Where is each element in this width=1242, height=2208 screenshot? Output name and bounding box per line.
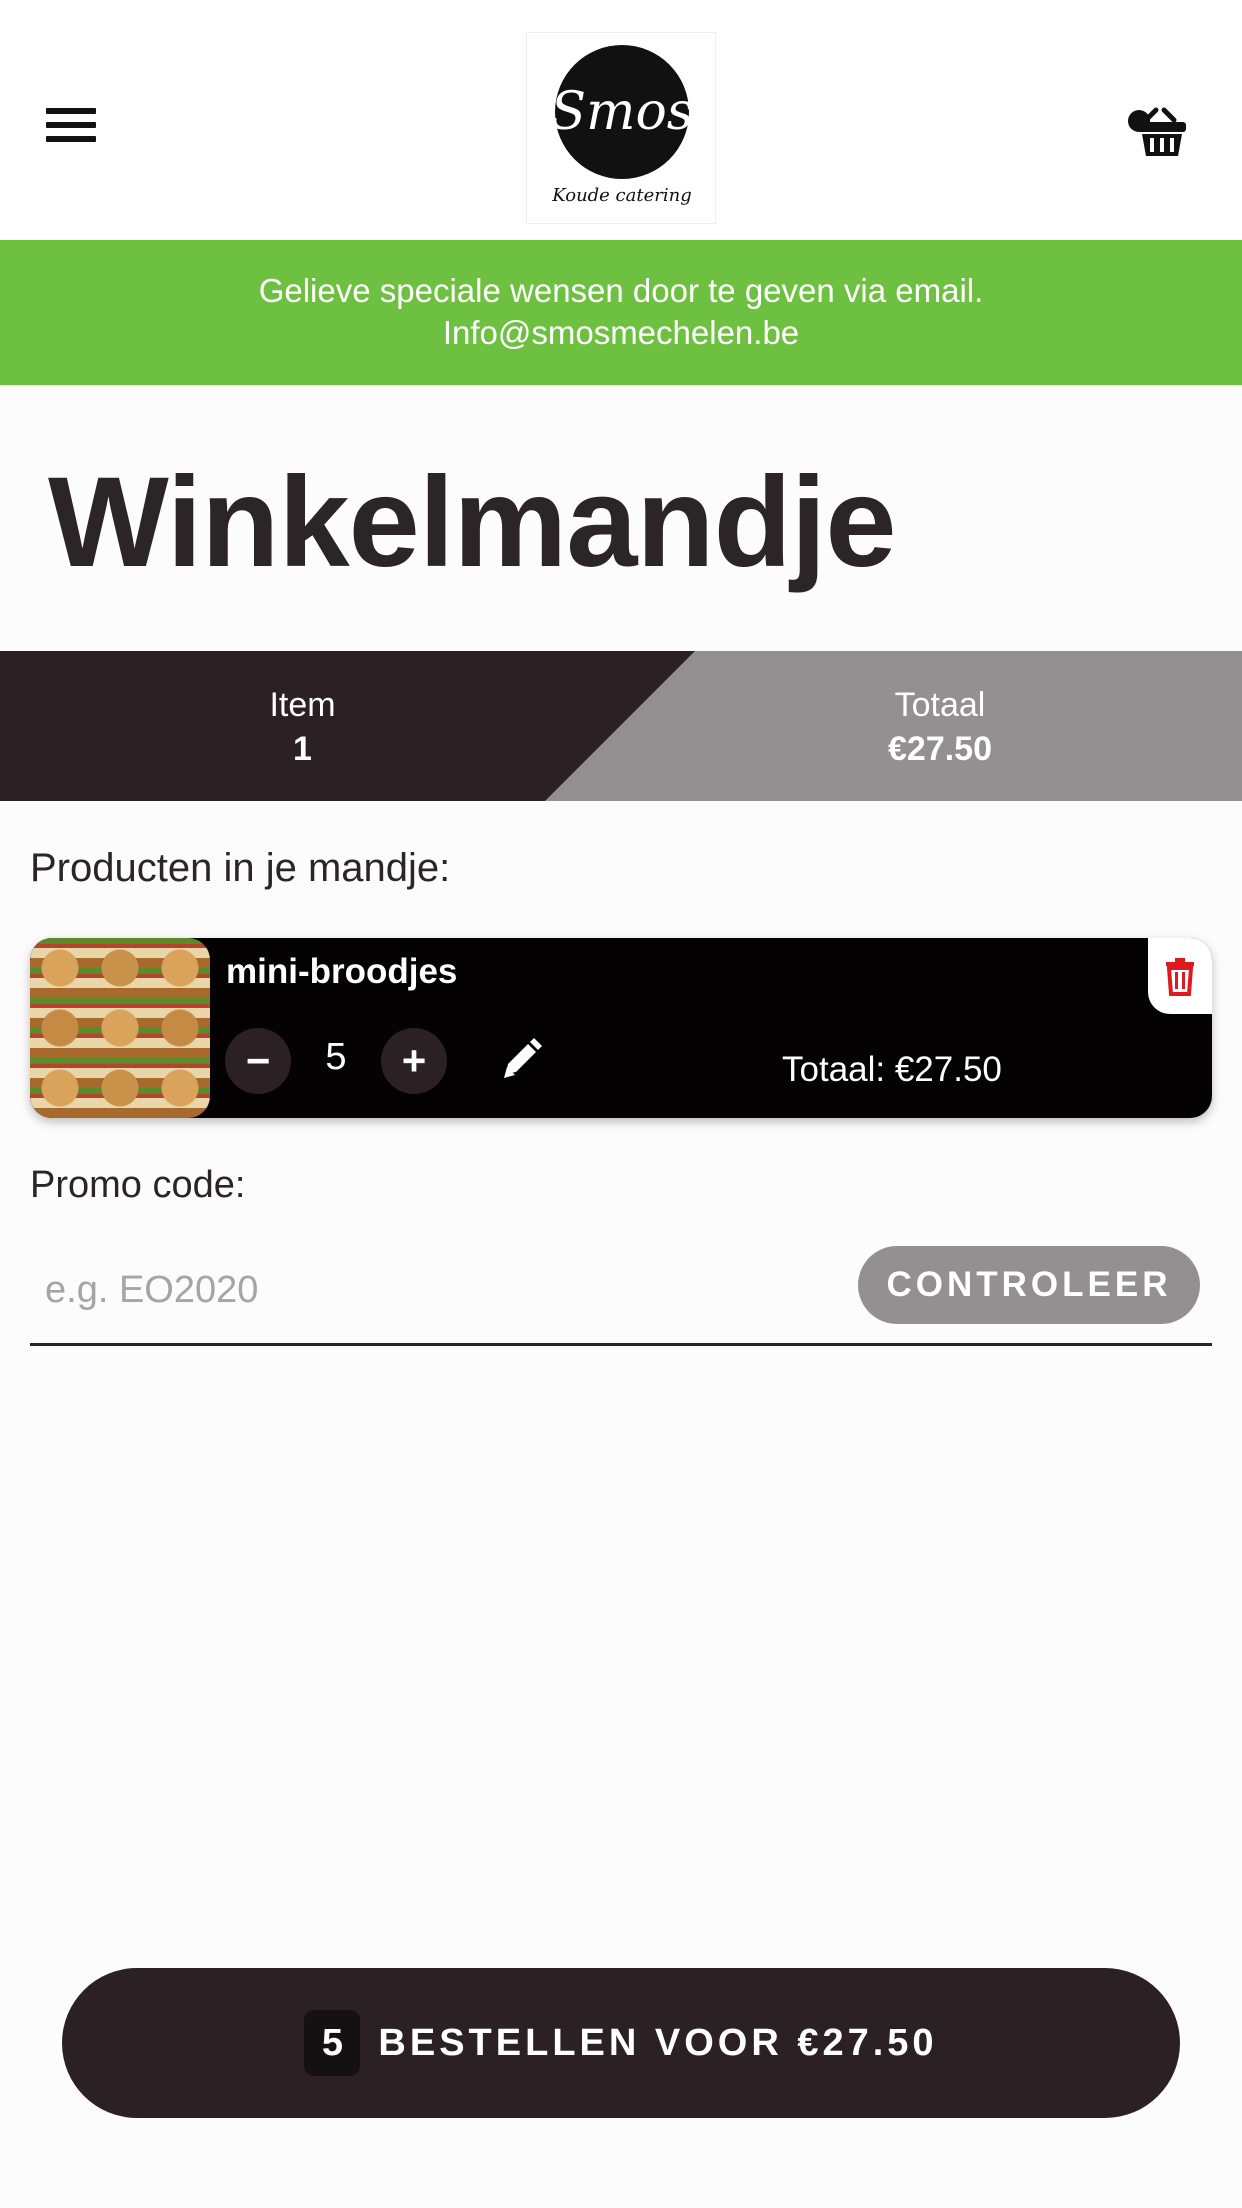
products-heading: Producten in je mandje: [30,846,451,890]
page-title: Winkelmandje [48,451,896,594]
cart-item-card: mini-broodjes − 5 + Totaal: €27.50 [30,938,1212,1118]
summary-item-value: 1 [293,730,312,768]
quantity-value: 5 [325,1036,347,1078]
summary-item-count: Item 1 [200,683,405,771]
trash-icon[interactable] [1148,938,1212,1014]
hamburger-menu-icon[interactable] [46,108,96,148]
cart-indicator-dot [1128,110,1150,132]
summary-total: Totaal €27.50 [830,683,1050,771]
logo-mark: Smos [551,45,693,179]
order-count-badge: 5 [304,2010,361,2076]
promo-code-label: Promo code: [30,1164,246,1206]
check-promo-button[interactable]: CONTROLEER [858,1246,1200,1324]
banner-line-1: Gelieve speciale wensen door te geven vi… [258,272,984,309]
increase-quantity-button[interactable]: + [381,1028,447,1094]
order-button-label: BESTELLEN VOOR €27.50 [378,2021,938,2064]
product-image [30,938,210,1118]
cart-summary: Item 1 Totaal €27.50 [0,651,1242,801]
logo[interactable]: Smos Koude catering [526,32,716,224]
item-total: Totaal: €27.50 [782,1050,1002,1089]
promo-code-field: CONTROLEER [30,1240,1212,1346]
shopping-basket-icon[interactable] [1124,106,1196,162]
summary-total-label: Totaal [894,686,986,724]
promo-code-input[interactable] [30,1240,830,1340]
place-order-button[interactable]: 5 BESTELLEN VOOR €27.50 [62,1968,1180,2118]
pencil-glyph [504,1038,542,1078]
summary-total-value: €27.50 [888,730,992,768]
decrease-quantity-button[interactable]: − [225,1028,291,1094]
logo-tagline: Koude catering [552,185,692,206]
summary-dark-panel [0,651,695,801]
product-name: mini-broodjes [226,952,458,991]
top-navigation-bar: Smos Koude catering [0,0,1242,240]
pencil-icon[interactable] [496,1034,546,1084]
summary-item-label: Item [269,686,336,724]
info-banner: Gelieve speciale wensen door te geven vi… [0,240,1242,385]
trash-glyph [1166,958,1194,996]
banner-email[interactable]: Info@smosmechelen.be [0,312,1242,354]
